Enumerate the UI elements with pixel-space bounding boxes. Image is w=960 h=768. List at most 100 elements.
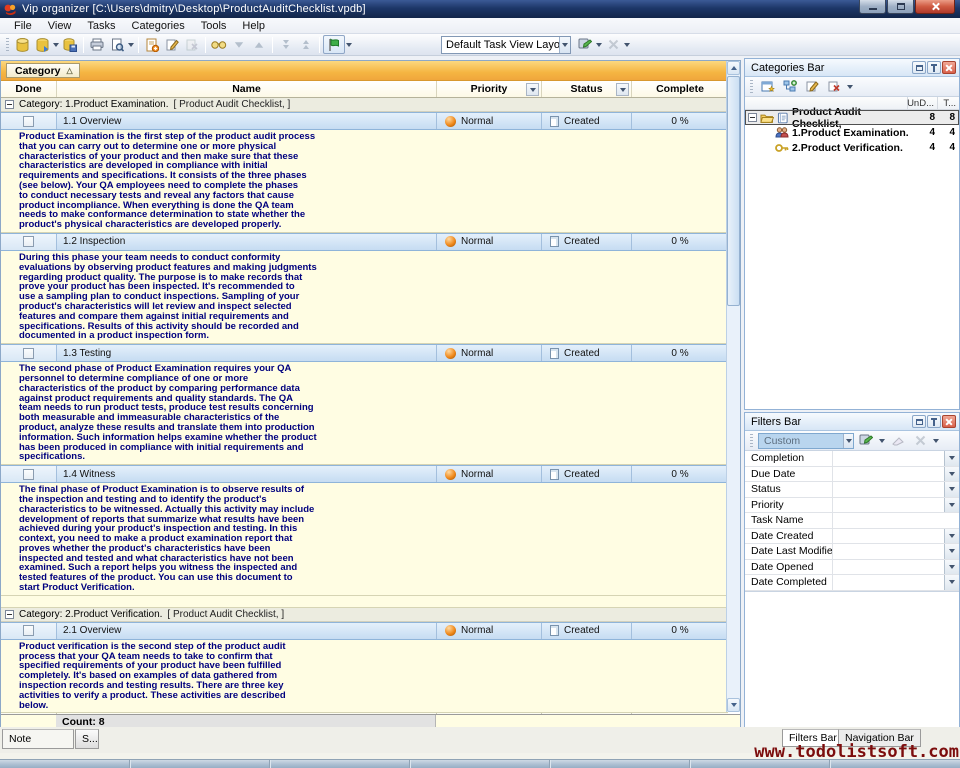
edit-category-icon[interactable] — [802, 77, 822, 96]
delete-category-icon[interactable] — [824, 77, 844, 96]
tree-row-checklist[interactable]: Product Audit Checklist, 8 8 — [745, 110, 959, 125]
maximize-button[interactable] — [887, 0, 914, 14]
column-header-complete[interactable]: Complete — [631, 81, 728, 97]
panel-close-icon[interactable] — [942, 61, 956, 74]
filter-value-field[interactable] — [833, 513, 959, 528]
notifications-flag-icon[interactable] — [323, 35, 345, 54]
close-button[interactable] — [915, 0, 955, 14]
column-undone[interactable]: UnD... — [907, 97, 937, 109]
notifications-dropdown-icon[interactable] — [345, 35, 353, 54]
filter-row-priority: Priority — [745, 498, 959, 514]
status-filter-dropdown-icon[interactable] — [616, 83, 629, 96]
panel-pin-icon[interactable] — [927, 415, 941, 428]
filter-value-field[interactable] — [833, 498, 944, 513]
group-suffix: [ Product Audit Checklist, ] — [174, 99, 291, 110]
open-database-icon[interactable] — [32, 35, 52, 54]
menu-file[interactable]: File — [6, 20, 40, 32]
new-database-icon[interactable] — [12, 35, 32, 54]
done-checkbox[interactable] — [23, 236, 34, 247]
categories-toolbar-overflow-icon[interactable] — [846, 77, 854, 96]
empty-row — [1, 596, 728, 608]
task-row-1-1[interactable]: 1.1 Overview Normal Created 0 % — [1, 112, 728, 130]
task-row-1-3[interactable]: 1.3 Testing Normal Created 0 % — [1, 344, 728, 362]
new-checklist-icon[interactable] — [758, 77, 778, 96]
layout-combo-dropdown-icon[interactable] — [559, 37, 570, 53]
task-view-layout-combo[interactable]: Default Task View Layout — [441, 36, 571, 54]
filter-dropdown-icon[interactable] — [944, 451, 959, 466]
filter-dropdown-icon[interactable] — [944, 467, 959, 482]
filter-value-field[interactable] — [833, 467, 944, 482]
toolbar-overflow-icon[interactable] — [623, 35, 631, 54]
menu-categories[interactable]: Categories — [124, 20, 193, 32]
column-header-done[interactable]: Done — [1, 81, 56, 97]
group-row-1[interactable]: Category: 1.Product Examination. [ Produ… — [1, 98, 728, 112]
done-checkbox[interactable] — [23, 625, 34, 636]
column-header-name[interactable]: Name — [56, 81, 436, 97]
complete-value: 0 % — [631, 113, 728, 129]
save-filter-icon[interactable] — [856, 431, 876, 450]
filter-dropdown-icon[interactable] — [944, 560, 959, 575]
edit-task-icon[interactable] — [162, 35, 182, 54]
menu-tools[interactable]: Tools — [193, 20, 235, 32]
done-checkbox[interactable] — [23, 348, 34, 359]
panel-restore-icon[interactable] — [912, 61, 926, 74]
save-database-icon[interactable] — [60, 35, 80, 54]
view-glasses-icon[interactable] — [209, 35, 229, 54]
tree-row-examination[interactable]: 1.Product Examination. 4 4 — [745, 125, 959, 140]
filter-value-field[interactable] — [833, 451, 944, 466]
print-preview-icon[interactable] — [107, 35, 127, 54]
vertical-scrollbar[interactable] — [726, 61, 740, 712]
scroll-up-icon[interactable] — [727, 61, 740, 75]
menu-view[interactable]: View — [40, 20, 80, 32]
filter-preset-combo[interactable]: Custom — [758, 433, 854, 449]
move-down-icon — [229, 35, 249, 54]
priority-filter-dropdown-icon[interactable] — [526, 83, 539, 96]
group-row-2[interactable]: Category: 2.Product Verification. [ Prod… — [1, 608, 728, 622]
panel-close-icon[interactable] — [942, 415, 956, 428]
filter-dropdown-icon[interactable] — [944, 482, 959, 497]
group-by-category-button[interactable]: Category △ — [6, 63, 80, 78]
print-icon[interactable] — [87, 35, 107, 54]
priority-value: Normal — [461, 469, 493, 480]
filter-value-field[interactable] — [833, 560, 944, 575]
status-created-icon — [550, 348, 559, 359]
menu-help[interactable]: Help — [234, 20, 273, 32]
task-row-1-2[interactable]: 1.2 Inspection Normal Created 0 % — [1, 233, 728, 251]
filter-dropdown-icon[interactable] — [944, 498, 959, 513]
collapse-group-icon[interactable] — [5, 610, 14, 619]
new-category-icon[interactable] — [780, 77, 800, 96]
menu-tasks[interactable]: Tasks — [79, 20, 123, 32]
filter-dropdown-icon[interactable] — [944, 529, 959, 544]
collapse-group-icon[interactable] — [5, 100, 14, 109]
task-row-2-1[interactable]: 2.1 Overview Normal Created 0 % — [1, 622, 728, 640]
task-row-1-4[interactable]: 1.4 Witness Normal Created 0 % — [1, 465, 728, 483]
filter-preset-dropdown-icon[interactable] — [843, 434, 853, 448]
save-filter-dropdown-icon[interactable] — [878, 431, 886, 450]
save-layout-icon[interactable] — [575, 35, 595, 54]
filter-dropdown-icon[interactable] — [944, 544, 959, 559]
filters-toolbar-overflow-icon[interactable] — [932, 431, 940, 450]
panel-pin-icon[interactable] — [927, 61, 941, 74]
column-header-status[interactable]: Status — [541, 81, 631, 97]
filter-value-field[interactable] — [833, 575, 944, 590]
done-checkbox[interactable] — [23, 116, 34, 127]
open-database-dropdown-icon[interactable] — [52, 35, 60, 54]
column-header-priority[interactable]: Priority — [436, 81, 541, 97]
filter-value-field[interactable] — [833, 544, 944, 559]
scroll-down-icon[interactable] — [727, 698, 740, 712]
filter-dropdown-icon[interactable] — [944, 575, 959, 590]
panel-restore-icon[interactable] — [912, 415, 926, 428]
save-layout-dropdown-icon[interactable] — [595, 35, 603, 54]
print-dropdown-icon[interactable] — [127, 35, 135, 54]
collapse-tree-icon[interactable] — [748, 113, 757, 122]
filter-value-field[interactable] — [833, 482, 944, 497]
done-checkbox[interactable] — [23, 469, 34, 480]
scrollbar-thumb[interactable] — [727, 76, 740, 306]
tree-row-verification[interactable]: 2.Product Verification. 4 4 — [745, 140, 959, 155]
column-total[interactable]: T... — [937, 97, 959, 109]
minimize-button[interactable] — [859, 0, 886, 14]
filter-value-field[interactable] — [833, 529, 944, 544]
new-task-icon[interactable] — [142, 35, 162, 54]
note-tab[interactable]: Note — [2, 729, 74, 749]
s-tab[interactable]: S... — [75, 729, 99, 749]
